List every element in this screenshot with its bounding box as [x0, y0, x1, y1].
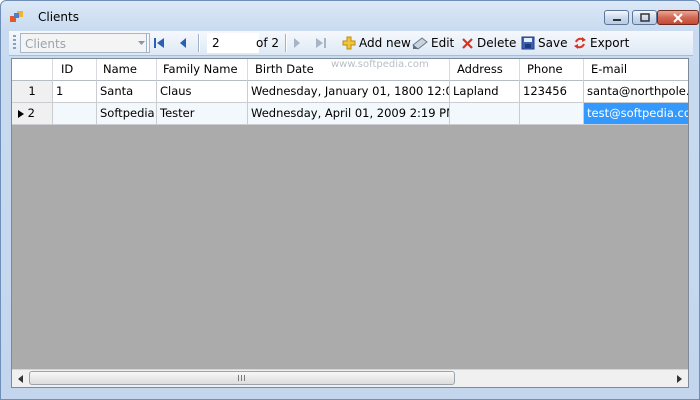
thumb-grip-icon — [238, 375, 246, 381]
move-first-button[interactable] — [151, 35, 167, 51]
cell-id[interactable] — [53, 103, 97, 125]
cell-address[interactable] — [450, 103, 520, 125]
edit-icon — [412, 37, 428, 50]
cell-name[interactable]: Softpedia — [97, 103, 157, 125]
maximize-button[interactable] — [632, 10, 657, 25]
refresh-export-icon — [574, 37, 586, 49]
move-last-button[interactable] — [313, 35, 329, 51]
watermark: www.softpedia.com — [331, 59, 429, 70]
scroll-right-button[interactable] — [671, 370, 688, 387]
cell-phone[interactable] — [520, 103, 584, 125]
cell-name[interactable]: Santa — [97, 81, 157, 103]
current-row-arrow-icon — [18, 110, 24, 118]
combo-value: Clients — [25, 37, 66, 51]
title-bar[interactable]: Clients — [1, 1, 699, 31]
window-title: Clients — [38, 10, 79, 24]
delete-icon — [462, 37, 473, 49]
delete-button[interactable]: Delete — [461, 33, 516, 53]
cell-email[interactable]: santa@northpole.com — [584, 81, 688, 103]
cell-email-selected[interactable]: test@softpedia.com — [584, 103, 688, 125]
close-icon — [673, 12, 683, 23]
move-next-icon — [294, 38, 300, 48]
plus-icon — [342, 36, 356, 50]
table-row[interactable]: 1 1 Santa Claus Wednesday, January 01, 1… — [12, 81, 688, 103]
add-new-label: Add new — [359, 36, 411, 50]
save-label: Save — [538, 36, 568, 50]
column-header-name[interactable]: Name — [97, 59, 157, 81]
column-header-id[interactable]: ID — [53, 59, 97, 81]
export-button[interactable]: Export — [573, 33, 629, 53]
position-input[interactable] — [207, 33, 259, 53]
export-label: Export — [590, 36, 630, 50]
minimize-button[interactable] — [604, 10, 629, 25]
cell-birth-date[interactable]: Wednesday, April 01, 2009 2:19 PM — [248, 103, 450, 125]
move-next-button[interactable] — [289, 35, 305, 51]
chevron-right-icon — [677, 374, 682, 383]
cell-birth-date[interactable]: Wednesday, January 01, 1800 12:00 AM — [248, 81, 450, 103]
cell-address[interactable]: Lapland — [450, 81, 520, 103]
minimize-icon — [612, 18, 621, 21]
close-button[interactable] — [657, 10, 699, 25]
chevron-left-icon — [18, 374, 23, 383]
save-icon — [521, 36, 535, 50]
clients-data-grid[interactable]: ID Name Family Name Birth Date Address P… — [11, 58, 689, 388]
column-header-email[interactable]: E-mail — [584, 59, 688, 81]
save-button[interactable]: Save — [521, 33, 567, 53]
table-selector-combo[interactable]: Clients — [20, 33, 150, 53]
delete-label: Delete — [477, 36, 517, 50]
table-row[interactable]: 2 Softpedia Tester Wednesday, April 01, … — [12, 103, 688, 125]
row-header-number: 2 — [27, 106, 35, 120]
scroll-left-button[interactable] — [12, 370, 29, 387]
cell-id[interactable]: 1 — [53, 81, 97, 103]
app-icon — [10, 11, 23, 22]
row-header[interactable]: 1 — [12, 81, 53, 103]
horizontal-scrollbar[interactable] — [12, 369, 688, 387]
cell-phone[interactable]: 123456 — [520, 81, 584, 103]
clients-window: Clients Clients of 2 — [0, 0, 700, 400]
edit-button[interactable]: Edit — [412, 33, 454, 53]
toolbar-separator — [198, 34, 199, 52]
maximize-icon — [639, 13, 650, 22]
move-first-icon — [154, 38, 164, 48]
move-previous-icon — [180, 38, 186, 48]
column-header-address[interactable]: Address — [450, 59, 520, 81]
cell-family-name[interactable]: Tester — [157, 103, 248, 125]
top-left-header-cell[interactable] — [12, 59, 53, 81]
toolbar-grip[interactable] — [13, 35, 16, 51]
edit-label: Edit — [431, 36, 455, 50]
cell-family-name[interactable]: Claus — [157, 81, 248, 103]
move-previous-button[interactable] — [175, 35, 191, 51]
binding-navigator-toolbar: Clients of 2 Add new Edit — [9, 31, 693, 56]
column-header-family-name[interactable]: Family Name — [157, 59, 248, 81]
toolbar-separator — [285, 34, 286, 52]
scrollbar-thumb[interactable] — [29, 371, 455, 385]
add-new-button[interactable]: Add new — [342, 33, 411, 53]
column-header-phone[interactable]: Phone — [520, 59, 584, 81]
row-header[interactable]: 2 — [12, 103, 53, 125]
toolbar-separator — [146, 34, 147, 52]
count-label: of 2 — [256, 36, 280, 50]
move-last-icon — [316, 38, 326, 48]
